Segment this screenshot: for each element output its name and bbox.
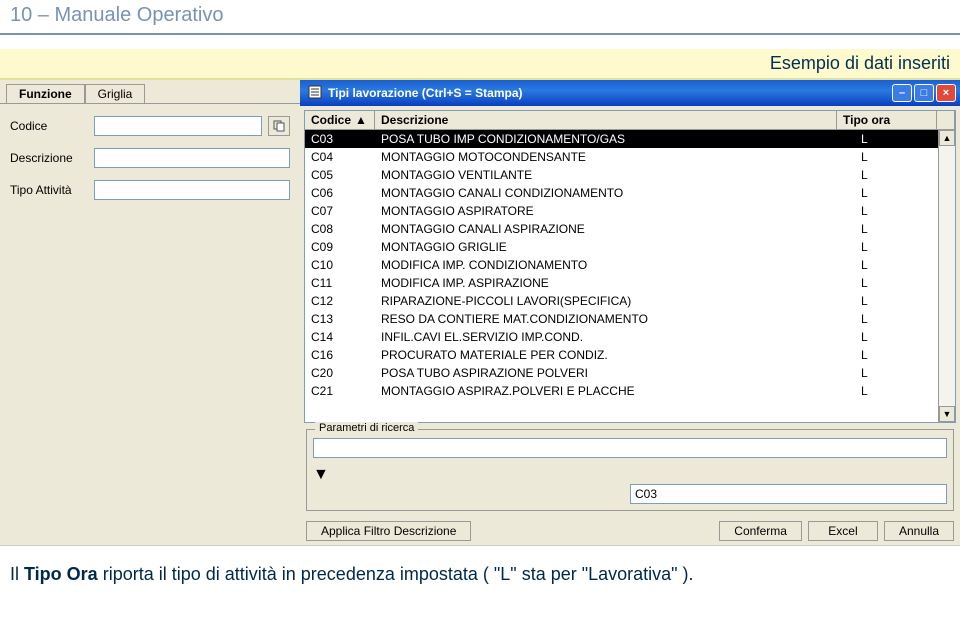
- input-tipo-attivita[interactable]: [94, 180, 290, 200]
- copy-button[interactable]: [268, 116, 290, 136]
- cell-desc: MODIFICA IMP. CONDIZIONAMENTO: [375, 258, 855, 272]
- cell-code: C14: [305, 330, 375, 344]
- input-descrizione[interactable]: [94, 148, 290, 168]
- cell-desc: MONTAGGIO CANALI CONDIZIONAMENTO: [375, 186, 855, 200]
- close-button[interactable]: ×: [936, 84, 956, 102]
- app-icon: [308, 85, 322, 102]
- input-codice[interactable]: [94, 116, 262, 136]
- confirm-button[interactable]: Conferma: [719, 521, 802, 541]
- cell-desc: MODIFICA IMP. ASPIRAZIONE: [375, 276, 855, 290]
- cell-desc: PROCURATO MATERIALE PER CONDIZ.: [375, 348, 855, 362]
- col-header-codice[interactable]: Codice ▲: [305, 111, 375, 129]
- table-row[interactable]: C04MONTAGGIO MOTOCONDENSANTEL: [305, 148, 955, 166]
- cell-code: C13: [305, 312, 375, 326]
- excel-button[interactable]: Excel: [808, 521, 878, 541]
- cell-desc: MONTAGGIO MOTOCONDENSANTE: [375, 150, 855, 164]
- scroll-down-icon[interactable]: ▼: [939, 406, 955, 422]
- table-row[interactable]: C10MODIFICA IMP. CONDIZIONAMENTOL: [305, 256, 955, 274]
- cell-desc: POSA TUBO ASPIRAZIONE POLVERI: [375, 366, 855, 380]
- left-panel: Funzione Griglia Codice Descrizione Tipo…: [0, 80, 300, 545]
- sort-asc-icon: ▲: [355, 113, 367, 127]
- table-row[interactable]: C21MONTAGGIO ASPIRAZ.POLVERI E PLACCHEL: [305, 382, 955, 400]
- cell-desc: MONTAGGIO CANALI ASPIRAZIONE: [375, 222, 855, 236]
- table-row[interactable]: C07MONTAGGIO ASPIRATOREL: [305, 202, 955, 220]
- cell-desc: POSA TUBO IMP CONDIZIONAMENTO/GAS: [375, 132, 855, 146]
- cell-code: C08: [305, 222, 375, 236]
- search-input-codice[interactable]: [630, 484, 947, 504]
- table-row[interactable]: C11MODIFICA IMP. ASPIRAZIONEL: [305, 274, 955, 292]
- cell-code: C06: [305, 186, 375, 200]
- table-row[interactable]: C16PROCURATO MATERIALE PER CONDIZ.L: [305, 346, 955, 364]
- cell-code: C03: [305, 132, 375, 146]
- label-tipo-attivita: Tipo Attività: [10, 183, 88, 197]
- right-window: Tipi lavorazione (Ctrl+S = Stampa) – □ ×…: [300, 80, 960, 545]
- table-row[interactable]: C20POSA TUBO ASPIRAZIONE POLVERIL: [305, 364, 955, 382]
- tab-bar: Funzione Griglia: [0, 80, 300, 104]
- label-codice: Codice: [10, 119, 88, 133]
- tab-griglia[interactable]: Griglia: [85, 84, 146, 103]
- cell-code: C04: [305, 150, 375, 164]
- scrollbar-vertical[interactable]: ▲ ▼: [938, 130, 955, 422]
- col-header-tipo-ora[interactable]: Tipo ora: [837, 111, 937, 129]
- dropdown-arrow-icon[interactable]: ▼: [313, 466, 947, 484]
- cell-code: C10: [305, 258, 375, 272]
- table-row[interactable]: C09MONTAGGIO GRIGLIEL: [305, 238, 955, 256]
- copy-icon: [273, 120, 285, 132]
- table-row[interactable]: C03POSA TUBO IMP CONDIZIONAMENTO/GASL: [305, 130, 955, 148]
- cell-code: C05: [305, 168, 375, 182]
- cell-desc: MONTAGGIO VENTILANTE: [375, 168, 855, 182]
- cell-code: C07: [305, 204, 375, 218]
- grid: Codice ▲ Descrizione Tipo ora C03POSA TU…: [304, 110, 956, 423]
- cell-code: C20: [305, 366, 375, 380]
- table-row[interactable]: C12RIPARAZIONE-PICCOLI LAVORI(SPECIFICA)…: [305, 292, 955, 310]
- cancel-button[interactable]: Annulla: [884, 521, 954, 541]
- table-row[interactable]: C06MONTAGGIO CANALI CONDIZIONAMENTOL: [305, 184, 955, 202]
- search-legend: Parametri di ricerca: [315, 422, 418, 434]
- cell-desc: MONTAGGIO ASPIRATORE: [375, 204, 855, 218]
- col-header-descrizione[interactable]: Descrizione: [375, 111, 837, 129]
- scroll-up-icon[interactable]: ▲: [939, 130, 955, 146]
- example-label: Esempio di dati inseriti: [0, 49, 960, 80]
- table-row[interactable]: C05MONTAGGIO VENTILANTEL: [305, 166, 955, 184]
- table-row[interactable]: C13RESO DA CONTIERE MAT.CONDIZIONAMENTOL: [305, 310, 955, 328]
- search-input-descrizione[interactable]: [313, 438, 947, 458]
- page-header: 10 – Manuale Operativo: [0, 0, 960, 35]
- cell-code: C11: [305, 276, 375, 290]
- table-row[interactable]: C08MONTAGGIO CANALI ASPIRAZIONEL: [305, 220, 955, 238]
- cell-desc: MONTAGGIO ASPIRAZ.POLVERI E PLACCHE: [375, 384, 855, 398]
- cell-desc: RIPARAZIONE-PICCOLI LAVORI(SPECIFICA): [375, 294, 855, 308]
- cell-desc: RESO DA CONTIERE MAT.CONDIZIONAMENTO: [375, 312, 855, 326]
- footnote: Il Tipo Ora riporta il tipo di attività …: [0, 546, 960, 603]
- grid-body[interactable]: C03POSA TUBO IMP CONDIZIONAMENTO/GASLC04…: [305, 130, 955, 422]
- search-parameters-group: Parametri di ricerca ▼: [306, 429, 954, 511]
- screenshot-area: Funzione Griglia Codice Descrizione Tipo…: [0, 80, 960, 546]
- button-bar: Applica Filtro Descrizione Conferma Exce…: [300, 517, 960, 545]
- cell-code: C16: [305, 348, 375, 362]
- maximize-button[interactable]: □: [914, 84, 934, 102]
- cell-desc: MONTAGGIO GRIGLIE: [375, 240, 855, 254]
- label-descrizione: Descrizione: [10, 151, 88, 165]
- cell-desc: INFIL.CAVI EL.SERVIZIO IMP.COND.: [375, 330, 855, 344]
- window-title: Tipi lavorazione (Ctrl+S = Stampa): [328, 86, 523, 100]
- tab-funzione[interactable]: Funzione: [6, 84, 85, 103]
- window-titlebar: Tipi lavorazione (Ctrl+S = Stampa) – □ ×: [300, 80, 960, 106]
- table-row[interactable]: C14INFIL.CAVI EL.SERVIZIO IMP.COND.L: [305, 328, 955, 346]
- cell-code: C09: [305, 240, 375, 254]
- cell-code: C21: [305, 384, 375, 398]
- apply-filter-button[interactable]: Applica Filtro Descrizione: [306, 521, 471, 541]
- minimize-button[interactable]: –: [892, 84, 912, 102]
- cell-code: C12: [305, 294, 375, 308]
